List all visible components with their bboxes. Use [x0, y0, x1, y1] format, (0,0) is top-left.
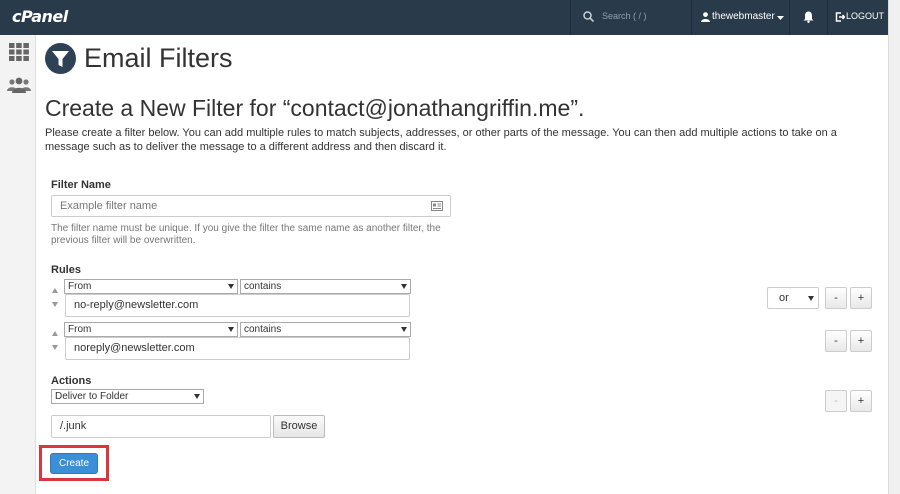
action-1-type-select[interactable]: Deliver to Folder	[51, 389, 204, 404]
rule-1-field-value: From	[68, 281, 92, 292]
username: thewebmaster	[712, 11, 775, 22]
user-icon	[701, 12, 710, 22]
rule-1-add-button[interactable]: +	[850, 287, 872, 309]
page-subtitle: Create a New Filter for “contact@jonatha…	[45, 95, 585, 121]
page-title: Email Filters	[84, 43, 233, 73]
dropdown-arrow-icon	[228, 284, 234, 289]
actions-label: Actions	[51, 375, 92, 387]
search-placeholder: Search ( / )	[602, 11, 647, 21]
rule-1-field-select[interactable]: From	[64, 279, 238, 294]
bell-icon	[803, 11, 814, 23]
dropdown-arrow-icon	[401, 284, 407, 289]
rule-1-operator-value: contains	[244, 281, 282, 292]
rule-1-value-input[interactable]: no-reply@newsletter.com	[65, 294, 410, 317]
create-button[interactable]: Create	[50, 453, 98, 474]
logout-icon	[835, 12, 845, 22]
notifications-button[interactable]	[789, 0, 827, 35]
page-scrollbar[interactable]	[888, 0, 900, 494]
rule-2-remove-button[interactable]: -	[825, 330, 847, 352]
dropdown-arrow-icon	[194, 394, 200, 399]
rule-2-operator-select[interactable]: contains	[240, 322, 411, 337]
dropdown-arrow-icon	[228, 327, 234, 332]
search-icon	[583, 11, 594, 22]
search-box[interactable]: Search ( / )	[570, 0, 691, 35]
action-1-type-value: Deliver to Folder	[55, 391, 129, 402]
card-icon	[431, 201, 443, 211]
action-1-destination-input[interactable]: /.junk	[51, 415, 271, 438]
rule-2-move-down-icon[interactable]	[52, 345, 58, 350]
logout-button[interactable]: LOGOUT	[827, 0, 889, 35]
rule-2-operator-value: contains	[244, 324, 282, 335]
filter-name-label: Filter Name	[51, 179, 111, 191]
sidebar	[0, 35, 36, 494]
dropdown-arrow-icon	[808, 296, 814, 301]
main-content: Email Filters Create a New Filter for “c…	[37, 35, 888, 494]
cpanel-logo[interactable]: cPanel	[12, 7, 68, 26]
rule-1-remove-button[interactable]: -	[825, 287, 847, 309]
rule-1-connector-select[interactable]: or	[767, 287, 819, 309]
rule-2-field-value: From	[68, 324, 92, 335]
rule-1-move-up-icon[interactable]	[52, 288, 58, 293]
rule-2-field-select[interactable]: From	[64, 322, 238, 337]
action-1-remove-button[interactable]: -	[825, 390, 847, 412]
browse-button[interactable]: Browse	[273, 415, 325, 438]
rule-1-move-down-icon[interactable]	[52, 302, 58, 307]
users-icon[interactable]	[7, 77, 31, 93]
page-description: Please create a filter below. You can ad…	[45, 127, 837, 153]
email-filter-icon	[45, 43, 76, 74]
chevron-down-icon	[777, 16, 784, 20]
rule-2-move-up-icon[interactable]	[52, 331, 58, 336]
user-menu[interactable]: thewebmaster	[691, 0, 789, 35]
rules-label: Rules	[51, 264, 81, 276]
rule-2-value-input[interactable]: noreply@newsletter.com	[65, 337, 410, 360]
filter-name-input[interactable]: Example filter name	[51, 195, 451, 217]
rule-2-add-button[interactable]: +	[850, 330, 872, 352]
top-navbar: cPanel Search ( / ) thewebmaster LOGOUT	[0, 0, 888, 35]
rule-1-connector-value: or	[779, 292, 789, 304]
dropdown-arrow-icon	[401, 327, 407, 332]
logout-label: LOGOUT	[846, 11, 885, 21]
filter-name-help: The filter name must be unique. If you g…	[51, 223, 441, 246]
rule-1-operator-select[interactable]: contains	[240, 279, 411, 294]
action-1-add-button[interactable]: +	[850, 390, 872, 412]
apps-grid-icon[interactable]	[9, 43, 29, 61]
